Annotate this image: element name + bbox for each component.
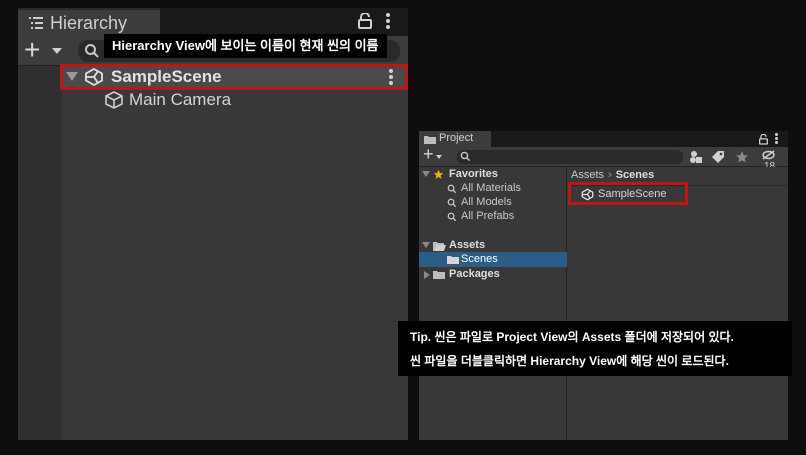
tree-item-label: All Materials xyxy=(461,182,521,194)
tree-favorites-label: Favorites xyxy=(449,168,498,180)
create-dropdown-button[interactable]: + xyxy=(24,34,64,65)
scene-highlight-box xyxy=(60,64,408,90)
list-icon xyxy=(29,17,43,29)
tab-hierarchy[interactable]: Hierarchy xyxy=(18,8,160,36)
project-tab-label: Project xyxy=(439,132,474,144)
fold-arrow-icon[interactable] xyxy=(422,171,430,177)
lock-icon[interactable] xyxy=(358,13,372,29)
hierarchy-tab-label: Hierarchy xyxy=(50,13,128,33)
breadcrumb-current[interactable]: Scenes xyxy=(616,169,655,181)
folder-icon xyxy=(433,271,445,279)
tree-item-scenes[interactable]: Scenes xyxy=(419,252,567,267)
tree-item-label: All Prefabs xyxy=(461,210,515,222)
chevron-right-icon: › xyxy=(608,169,612,181)
hierarchy-tab-bar: Hierarchy xyxy=(18,8,408,36)
caption-tip-line1: Tip. 씬은 파일로 Project View의 Assets 폴더에 저장되… xyxy=(410,330,734,344)
chevron-down-icon[interactable] xyxy=(436,155,442,159)
lock-icon[interactable] xyxy=(759,134,768,145)
project-panel: Project + Favorites All Materials All Mo… xyxy=(419,131,788,440)
open-folder-icon xyxy=(433,242,446,251)
search-icon xyxy=(460,151,471,162)
tree-packages-label: Packages xyxy=(449,268,500,280)
tree-packages[interactable]: Packages xyxy=(419,267,567,282)
search-icon xyxy=(85,44,99,58)
plus-icon: + xyxy=(24,34,41,65)
chevron-down-icon xyxy=(52,48,62,54)
project-toolbar: + 18 xyxy=(419,144,788,172)
hierarchy-menu-icon[interactable] xyxy=(385,13,391,31)
tree-assets[interactable]: Assets xyxy=(419,238,567,253)
asset-highlight-box xyxy=(568,182,688,205)
gameobject-cube-icon xyxy=(105,91,123,109)
favorites-star-icon xyxy=(433,169,444,179)
breadcrumb: Assets › Scenes xyxy=(571,169,654,181)
project-menu-icon[interactable] xyxy=(775,133,779,144)
hierarchy-item-main-camera[interactable]: Main Camera xyxy=(62,89,408,111)
create-button[interactable]: + xyxy=(423,144,434,165)
tree-item-all-prefabs[interactable]: All Prefabs xyxy=(419,209,567,224)
fold-arrow-icon[interactable] xyxy=(424,271,430,279)
star-icon[interactable] xyxy=(735,150,749,164)
caption-tip: Tip. 씬은 파일로 Project View의 Assets 폴더에 저장되… xyxy=(398,321,792,376)
fold-arrow-icon[interactable] xyxy=(422,242,430,248)
project-folder-tree: Favorites All Materials All Models All P… xyxy=(419,167,567,440)
search-icon xyxy=(447,184,457,194)
project-asset-area: Assets › Scenes SampleScene xyxy=(568,167,788,440)
caption-hierarchy: Hierarchy View에 보이는 이름이 현재 씬의 이름 xyxy=(104,34,387,58)
caption-tip-line2: 씬 파일을 더블클릭하면 Hierarchy View에 해당 씬이 로드된다. xyxy=(410,354,729,368)
eye-slash-icon xyxy=(762,150,775,160)
tree-item-all-models[interactable]: All Models xyxy=(419,195,567,210)
tree-item-label: Scenes xyxy=(461,253,498,265)
tree-favorites[interactable]: Favorites xyxy=(419,167,567,182)
tree-item-label: All Models xyxy=(461,196,512,208)
project-tab-bar: Project xyxy=(419,131,788,147)
tree-assets-label: Assets xyxy=(449,239,486,251)
folder-icon xyxy=(424,136,436,144)
tree-item-all-materials[interactable]: All Materials xyxy=(419,181,567,196)
main-camera-label: Main Camera xyxy=(129,90,232,109)
folder-icon xyxy=(447,256,459,264)
hierarchy-gutter xyxy=(18,66,62,440)
breadcrumb-root[interactable]: Assets xyxy=(571,169,604,181)
search-by-type-icon[interactable] xyxy=(689,150,703,164)
search-icon xyxy=(447,212,457,222)
search-icon xyxy=(447,198,457,208)
tag-icon[interactable] xyxy=(711,150,725,164)
project-search-input[interactable] xyxy=(457,150,683,164)
